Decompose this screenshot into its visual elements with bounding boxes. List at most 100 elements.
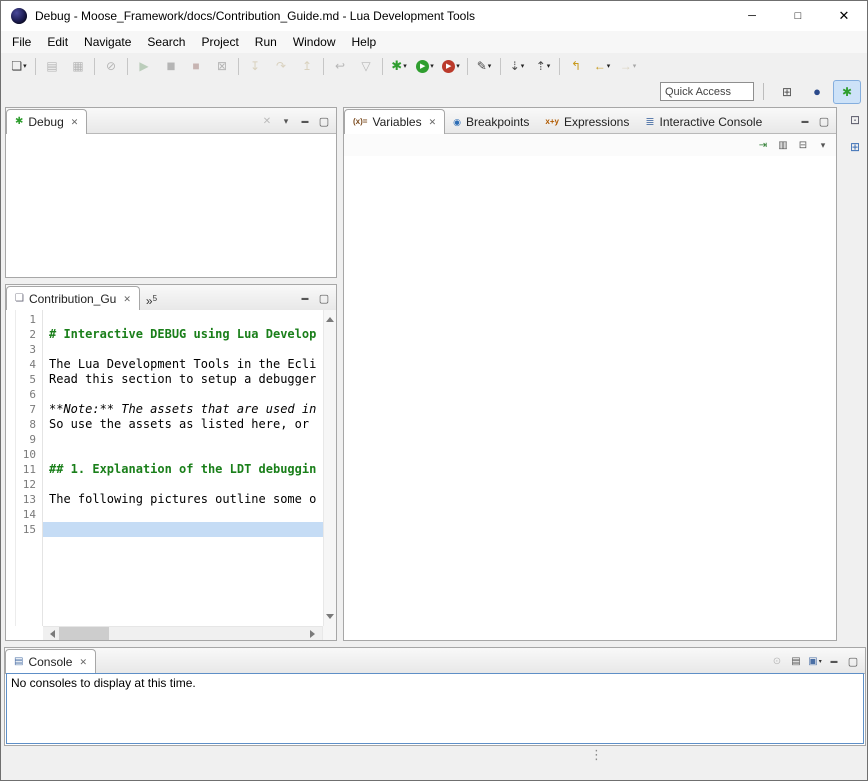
expressions-icon: x+y (545, 118, 559, 126)
pin-console-button[interactable]: ⊙ (768, 652, 786, 670)
open-perspective-button[interactable]: ⊞ (773, 80, 801, 104)
scroll-left-arrow[interactable] (43, 627, 58, 641)
editor-horizontal-scrollbar[interactable] (43, 626, 322, 640)
editor-horizontal-scrollbar-row (6, 626, 336, 640)
scroll-up-arrow[interactable] (326, 313, 334, 322)
tab-close-button[interactable]: ✕ (123, 294, 131, 305)
maximize-window-button[interactable]: □ (775, 1, 821, 31)
tab-expressions[interactable]: x+y Expressions (537, 111, 637, 133)
remove-all-terminated-button[interactable]: ✕ (258, 112, 276, 130)
editor-header: ❏ Contribution_Gu ✕ »5 ▬▢ (6, 285, 336, 311)
maximize-button[interactable]: ▢ (315, 289, 333, 307)
quick-access-input[interactable] (660, 82, 754, 101)
drop-to-frame-button[interactable]: ↩ (327, 55, 353, 77)
last-edit-location-button[interactable]: ↰ (563, 55, 589, 77)
resume-button[interactable]: ▶ (131, 55, 157, 77)
menu-item[interactable]: Help (344, 31, 385, 53)
minimize-button[interactable]: ▬ (296, 289, 314, 307)
tab-debug[interactable]: ✱ Debug ✕ (6, 109, 87, 134)
scrollbar-gutter-spacer (6, 626, 43, 640)
tab-interactive-console[interactable]: ≣ Interactive Console (637, 111, 770, 133)
menu-item[interactable]: Project (193, 31, 246, 53)
step-return-button[interactable]: ↥ (294, 55, 320, 77)
skip-all-breakpoints-button[interactable]: ⊘ (98, 55, 124, 77)
open-console-button[interactable]: ▣ (806, 652, 824, 670)
editor-vertical-scrollbar[interactable] (323, 310, 336, 626)
previous-annotation-button[interactable]: ⇡ (530, 55, 556, 77)
save-button[interactable]: ▤ (39, 55, 65, 77)
menu-item[interactable]: File (4, 31, 39, 53)
console-view-header: ▤ Console ✕ ⊙▤▣▬▢ (5, 648, 865, 674)
console-message: No consoles to display at this time. (11, 676, 196, 690)
minimize-window-button[interactable]: ─ (729, 1, 775, 31)
horizontal-scrollbar-thumb[interactable] (59, 627, 109, 640)
display-selected-console-button[interactable]: ▤ (787, 652, 805, 670)
editor-code-area[interactable]: 1 2 # Interactive DEBUG using Lua Develo… (6, 310, 323, 626)
close-window-button[interactable]: ✕ (821, 1, 867, 31)
external-tools-button[interactable]: ▶ (438, 55, 464, 77)
scroll-right-arrow[interactable] (307, 627, 322, 641)
titlebar: Debug - Moose_Framework/docs/Contributio… (1, 1, 867, 31)
menu-item[interactable]: Window (285, 31, 344, 53)
collapse-all-button[interactable]: ⊟ (794, 136, 812, 154)
back-button[interactable]: ← (589, 55, 615, 77)
forward-button[interactable]: → (615, 55, 641, 77)
toolbar-separator (500, 58, 501, 75)
line-number: 3 (6, 342, 42, 357)
line-number: 2 (6, 327, 42, 342)
tab-close-button[interactable]: ✕ (71, 117, 79, 128)
minimize-button[interactable]: ▬ (796, 112, 814, 130)
suspend-button[interactable]: ▮▮ (157, 55, 183, 77)
menu-item[interactable]: Navigate (76, 31, 139, 53)
code-line: 5 Read this section to setup a debugger (6, 372, 323, 387)
tab-contribution-guide[interactable]: ❏ Contribution_Gu ✕ (6, 286, 140, 311)
maximize-button[interactable]: ▢ (815, 112, 833, 130)
debug-button[interactable]: ✱ (386, 55, 412, 77)
line-number: 15 (6, 522, 42, 537)
maximize-button[interactable]: ▢ (844, 652, 862, 670)
debug-perspective-button[interactable]: ✱ (833, 80, 861, 104)
next-annotation-button[interactable]: ⇣ (504, 55, 530, 77)
code-line: 1 (6, 312, 323, 327)
maximize-button[interactable]: ▢ (315, 112, 333, 130)
new-button[interactable]: ❏ (6, 55, 32, 77)
use-step-filters-button[interactable]: ▽ (353, 55, 379, 77)
trim-drag-handle[interactable]: ⋮ (590, 748, 603, 761)
minimize-button[interactable]: ▬ (296, 112, 314, 130)
line-text: So use the assets as listed here, or (42, 417, 323, 432)
save-all-button[interactable]: ▦ (65, 55, 91, 77)
console-view: ▤ Console ✕ ⊙▤▣▬▢ No consoles to display… (4, 647, 866, 746)
menu-item[interactable]: Search (139, 31, 193, 53)
restore-view-button[interactable]: ⊡ (845, 110, 865, 130)
run-button[interactable]: ▶ (412, 55, 438, 77)
terminate-button[interactable]: ■ (183, 55, 209, 77)
console-view-body: No consoles to display at this time. (6, 673, 864, 744)
editor-view: ❏ Contribution_Gu ✕ »5 ▬▢ (5, 284, 337, 641)
menu-item[interactable]: Edit (39, 31, 76, 53)
outline-view-button[interactable]: ⊞ (845, 137, 865, 157)
disconnect-button[interactable]: ⊠ (209, 55, 235, 77)
tab-breakpoints[interactable]: ◉ Breakpoints (445, 111, 537, 133)
step-over-button[interactable]: ↷ (268, 55, 294, 77)
tab-console[interactable]: ▤ Console ✕ (5, 649, 96, 674)
tab-close-button[interactable]: ✕ (79, 657, 87, 668)
line-text (42, 312, 323, 327)
application-window: Debug - Moose_Framework/docs/Contributio… (0, 0, 868, 781)
view-menu-button[interactable]: ▾ (277, 112, 295, 130)
editor-tab-overflow-button[interactable]: »5 (140, 292, 163, 310)
show-columns-button[interactable]: ▥ (774, 136, 792, 154)
search-button[interactable]: ✎ (471, 55, 497, 77)
show-logical-structures-button[interactable]: ⇥ (754, 136, 772, 154)
scrollbar-corner (322, 626, 336, 640)
code-line: 8 So use the assets as listed here, or (6, 417, 323, 432)
tab-close-button[interactable]: ✕ (429, 117, 437, 128)
scroll-down-arrow[interactable] (326, 614, 334, 623)
menu-item[interactable]: Run (247, 31, 285, 53)
line-number: 7 (6, 402, 42, 417)
ldt-perspective-button[interactable]: ● (803, 80, 831, 104)
code-line: 4 The Lua Development Tools in the Ecli (6, 357, 323, 372)
view-menu-button[interactable]: ▾ (814, 136, 832, 154)
tab-variables[interactable]: (x)= Variables ✕ (344, 109, 445, 134)
minimize-button[interactable]: ▬ (825, 652, 843, 670)
step-into-button[interactable]: ↧ (242, 55, 268, 77)
